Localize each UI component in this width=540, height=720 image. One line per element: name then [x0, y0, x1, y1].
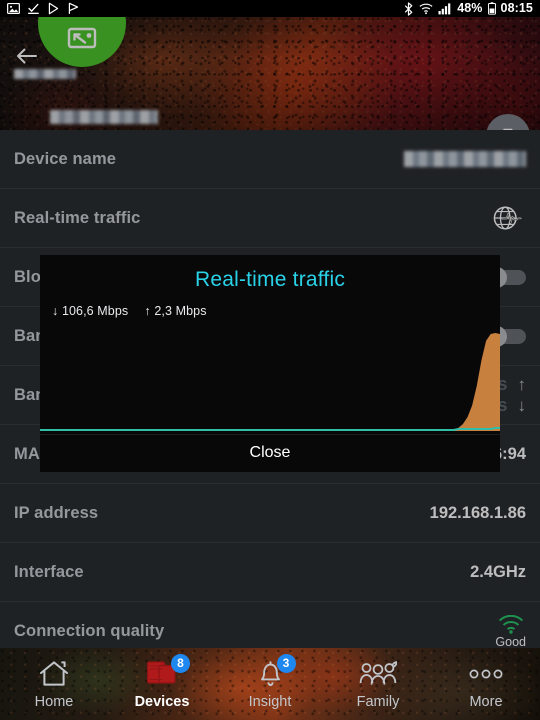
photo-icon: [7, 2, 20, 15]
nav-item-home[interactable]: Home: [0, 648, 108, 720]
real-time-traffic-dialog: Real-time traffic ↓ 106,6 Mbps ↑ 2,3 Mbp…: [40, 255, 500, 472]
home-icon: [40, 661, 68, 686]
chart-plot-background: [40, 331, 500, 434]
download-arrow-icon: ↓: [52, 304, 59, 318]
upload-arrow-icon: ↑: [144, 304, 151, 318]
family-icon: [359, 661, 397, 685]
battery-icon: [487, 2, 496, 15]
home-icon-wrap: [39, 659, 69, 689]
play-flag-icon: [68, 2, 79, 14]
wifi-icon: [419, 3, 433, 15]
more-dots-icon: [469, 669, 503, 678]
nav-item-devices[interactable]: 8 Devices: [108, 648, 216, 720]
play-store-icon: [48, 2, 59, 15]
traffic-stats: ↓ 106,6 Mbps ↑ 2,3 Mbps: [40, 292, 500, 318]
nav-item-more[interactable]: More: [432, 648, 540, 720]
upload-rate-value: 2,3 Mbps: [154, 304, 207, 318]
nav-label-more: More: [469, 693, 503, 710]
bluetooth-icon: [404, 1, 413, 16]
dialog-title: Real-time traffic: [194, 268, 346, 291]
nav-label-devices: Devices: [134, 693, 190, 710]
nav-item-family[interactable]: Family: [324, 648, 432, 720]
traffic-chart-svg: [40, 331, 500, 434]
bottom-navigation: Home 8 Devices 3 Insight Family More: [0, 648, 540, 720]
bell-icon-wrap: 3: [257, 653, 296, 689]
status-bar: 48% 08:15: [0, 0, 540, 17]
app-root: 48% 08:15 Device name Real-time traffic …: [0, 0, 540, 720]
insight-badge: 3: [276, 653, 296, 673]
more-dots-icon-wrap: [469, 659, 503, 689]
dialog-close-button[interactable]: Close: [40, 434, 500, 472]
signal-icon: [438, 3, 451, 15]
nav-label-family: Family: [356, 693, 400, 710]
download-rate-value: 106,6 Mbps: [61, 304, 129, 318]
devices-icon-wrap: 8: [146, 653, 190, 689]
status-bar-right-icons: 48% 08:15: [403, 0, 533, 17]
check-download-icon: [28, 3, 39, 14]
status-bar-left-icons: [7, 2, 80, 15]
nav-label-insight: Insight: [248, 693, 292, 710]
devices-badge: 8: [171, 653, 190, 673]
traffic-chart: [40, 331, 500, 434]
nav-label-home: Home: [34, 693, 74, 710]
family-icon-wrap: [359, 659, 397, 689]
clock-label: 08:15: [500, 1, 533, 15]
nav-item-insight[interactable]: 3 Insight: [216, 648, 324, 720]
battery-percent-label: 48%: [457, 1, 483, 15]
